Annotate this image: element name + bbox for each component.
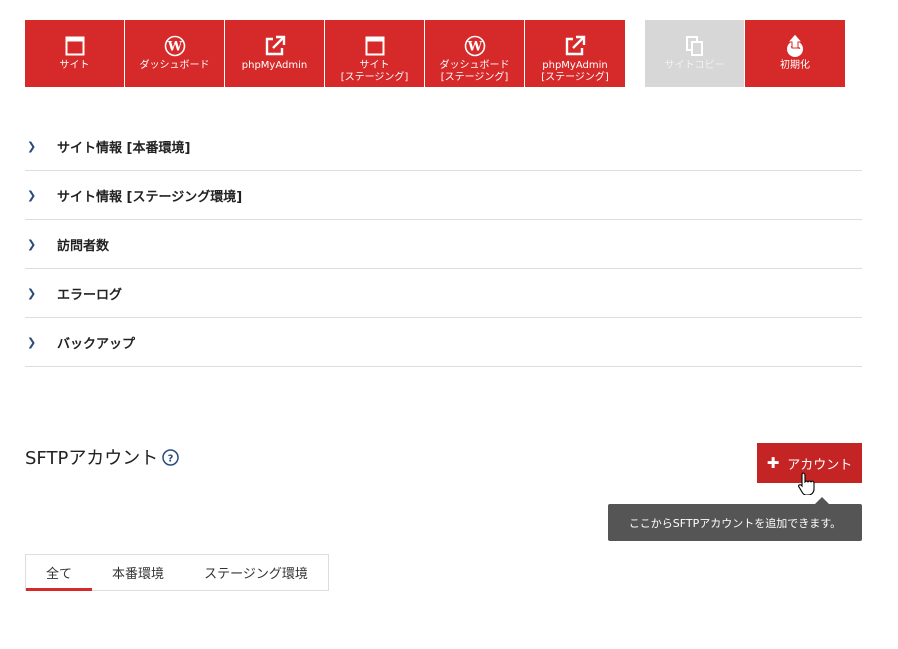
chevron-right-icon: ❯	[27, 237, 37, 251]
phpmyadmin-button[interactable]: phpMyAdmin	[225, 20, 325, 87]
initialize-button[interactable]: 初期化	[745, 20, 845, 87]
copy-icon	[683, 34, 707, 58]
svg-text:?: ?	[168, 453, 174, 464]
site-button[interactable]: サイト	[25, 20, 125, 87]
site-copy-button[interactable]: サイトコピー	[645, 20, 745, 87]
help-icon[interactable]: ?	[162, 448, 180, 466]
accordion-label: サイト情報 [本番環境]	[57, 140, 191, 156]
phpmyadmin-button-label: phpMyAdmin	[241, 60, 308, 71]
tab-all-label: 全て	[45, 567, 72, 582]
staging-phpmyadmin-button-label: phpMyAdmin [ステージング]	[541, 60, 609, 83]
sftp-section-header: SFTPアカウント ?	[25, 444, 180, 470]
add-sftp-account-label: アカウント	[787, 457, 853, 473]
svg-text:W: W	[466, 40, 482, 55]
external-link-icon	[263, 34, 287, 58]
initialize-label: 初期化	[780, 60, 810, 71]
accordion-label: サイト情報 [ステージング環境]	[57, 189, 243, 205]
chevron-right-icon: ❯	[27, 286, 37, 300]
chevron-right-icon: ❯	[27, 335, 37, 349]
chevron-right-icon: ❯	[27, 188, 37, 202]
accordion-item-error-log[interactable]: ❯ エラーログ	[25, 269, 862, 318]
accordion-item-staging-info[interactable]: ❯ サイト情報 [ステージング環境]	[25, 171, 862, 220]
tab-all[interactable]: 全て	[26, 555, 92, 591]
chevron-right-icon: ❯	[27, 139, 37, 153]
tab-staging-label: ステージング環境	[204, 567, 308, 582]
staging-dashboard-button[interactable]: W ダッシュボード [ステージング]	[425, 20, 525, 87]
globe-reset-icon	[783, 33, 807, 58]
accordion-item-production-info[interactable]: ❯ サイト情報 [本番環境]	[25, 122, 862, 171]
staging-site-button-label: サイト [ステージング]	[340, 60, 409, 83]
browser-window-icon	[63, 34, 87, 58]
accordion-item-visitors[interactable]: ❯ 訪問者数	[25, 220, 862, 269]
site-links-group: サイト W ダッシュボード phpMyAdmin サイト [ステージング] W …	[25, 20, 625, 87]
add-account-tooltip: ここからSFTPアカウントを追加できます。	[608, 497, 862, 541]
accordion-label: 訪問者数	[57, 238, 110, 254]
accordion-label: エラーログ	[57, 287, 123, 303]
site-button-label: サイト	[59, 60, 90, 71]
environment-filter-tabs: 全て 本番環境 ステージング環境	[25, 554, 329, 591]
svg-text:W: W	[166, 40, 182, 55]
sftp-section-title: SFTPアカウント	[25, 448, 159, 469]
accordion-item-backup[interactable]: ❯ バックアップ	[25, 318, 862, 367]
wordpress-icon: W	[463, 34, 487, 58]
dashboard-button[interactable]: W ダッシュボード	[125, 20, 225, 87]
browser-window-icon	[363, 34, 387, 58]
tab-production[interactable]: 本番環境	[92, 555, 184, 590]
staging-dashboard-button-label: ダッシュボード [ステージング]	[439, 60, 510, 83]
staging-site-button[interactable]: サイト [ステージング]	[325, 20, 425, 87]
hand-cursor-icon	[798, 472, 815, 495]
tab-staging[interactable]: ステージング環境	[184, 555, 328, 590]
site-copy-label: サイトコピー	[664, 60, 725, 71]
staging-phpmyadmin-button[interactable]: phpMyAdmin [ステージング]	[525, 20, 625, 87]
tooltip-text: ここからSFTPアカウントを追加できます。	[628, 516, 842, 530]
plus-icon: ✚	[766, 454, 780, 472]
site-info-accordion: ❯ サイト情報 [本番環境] ❯ サイト情報 [ステージング環境] ❯ 訪問者数…	[25, 122, 862, 367]
tab-production-label: 本番環境	[111, 567, 164, 582]
external-link-icon	[563, 34, 587, 58]
wordpress-icon: W	[163, 34, 187, 58]
accordion-label: バックアップ	[57, 336, 136, 352]
dashboard-button-label: ダッシュボード	[139, 60, 210, 71]
site-actions-group: サイトコピー 初期化	[645, 20, 845, 87]
site-toolbar: サイト W ダッシュボード phpMyAdmin サイト [ステージング] W …	[25, 20, 845, 87]
